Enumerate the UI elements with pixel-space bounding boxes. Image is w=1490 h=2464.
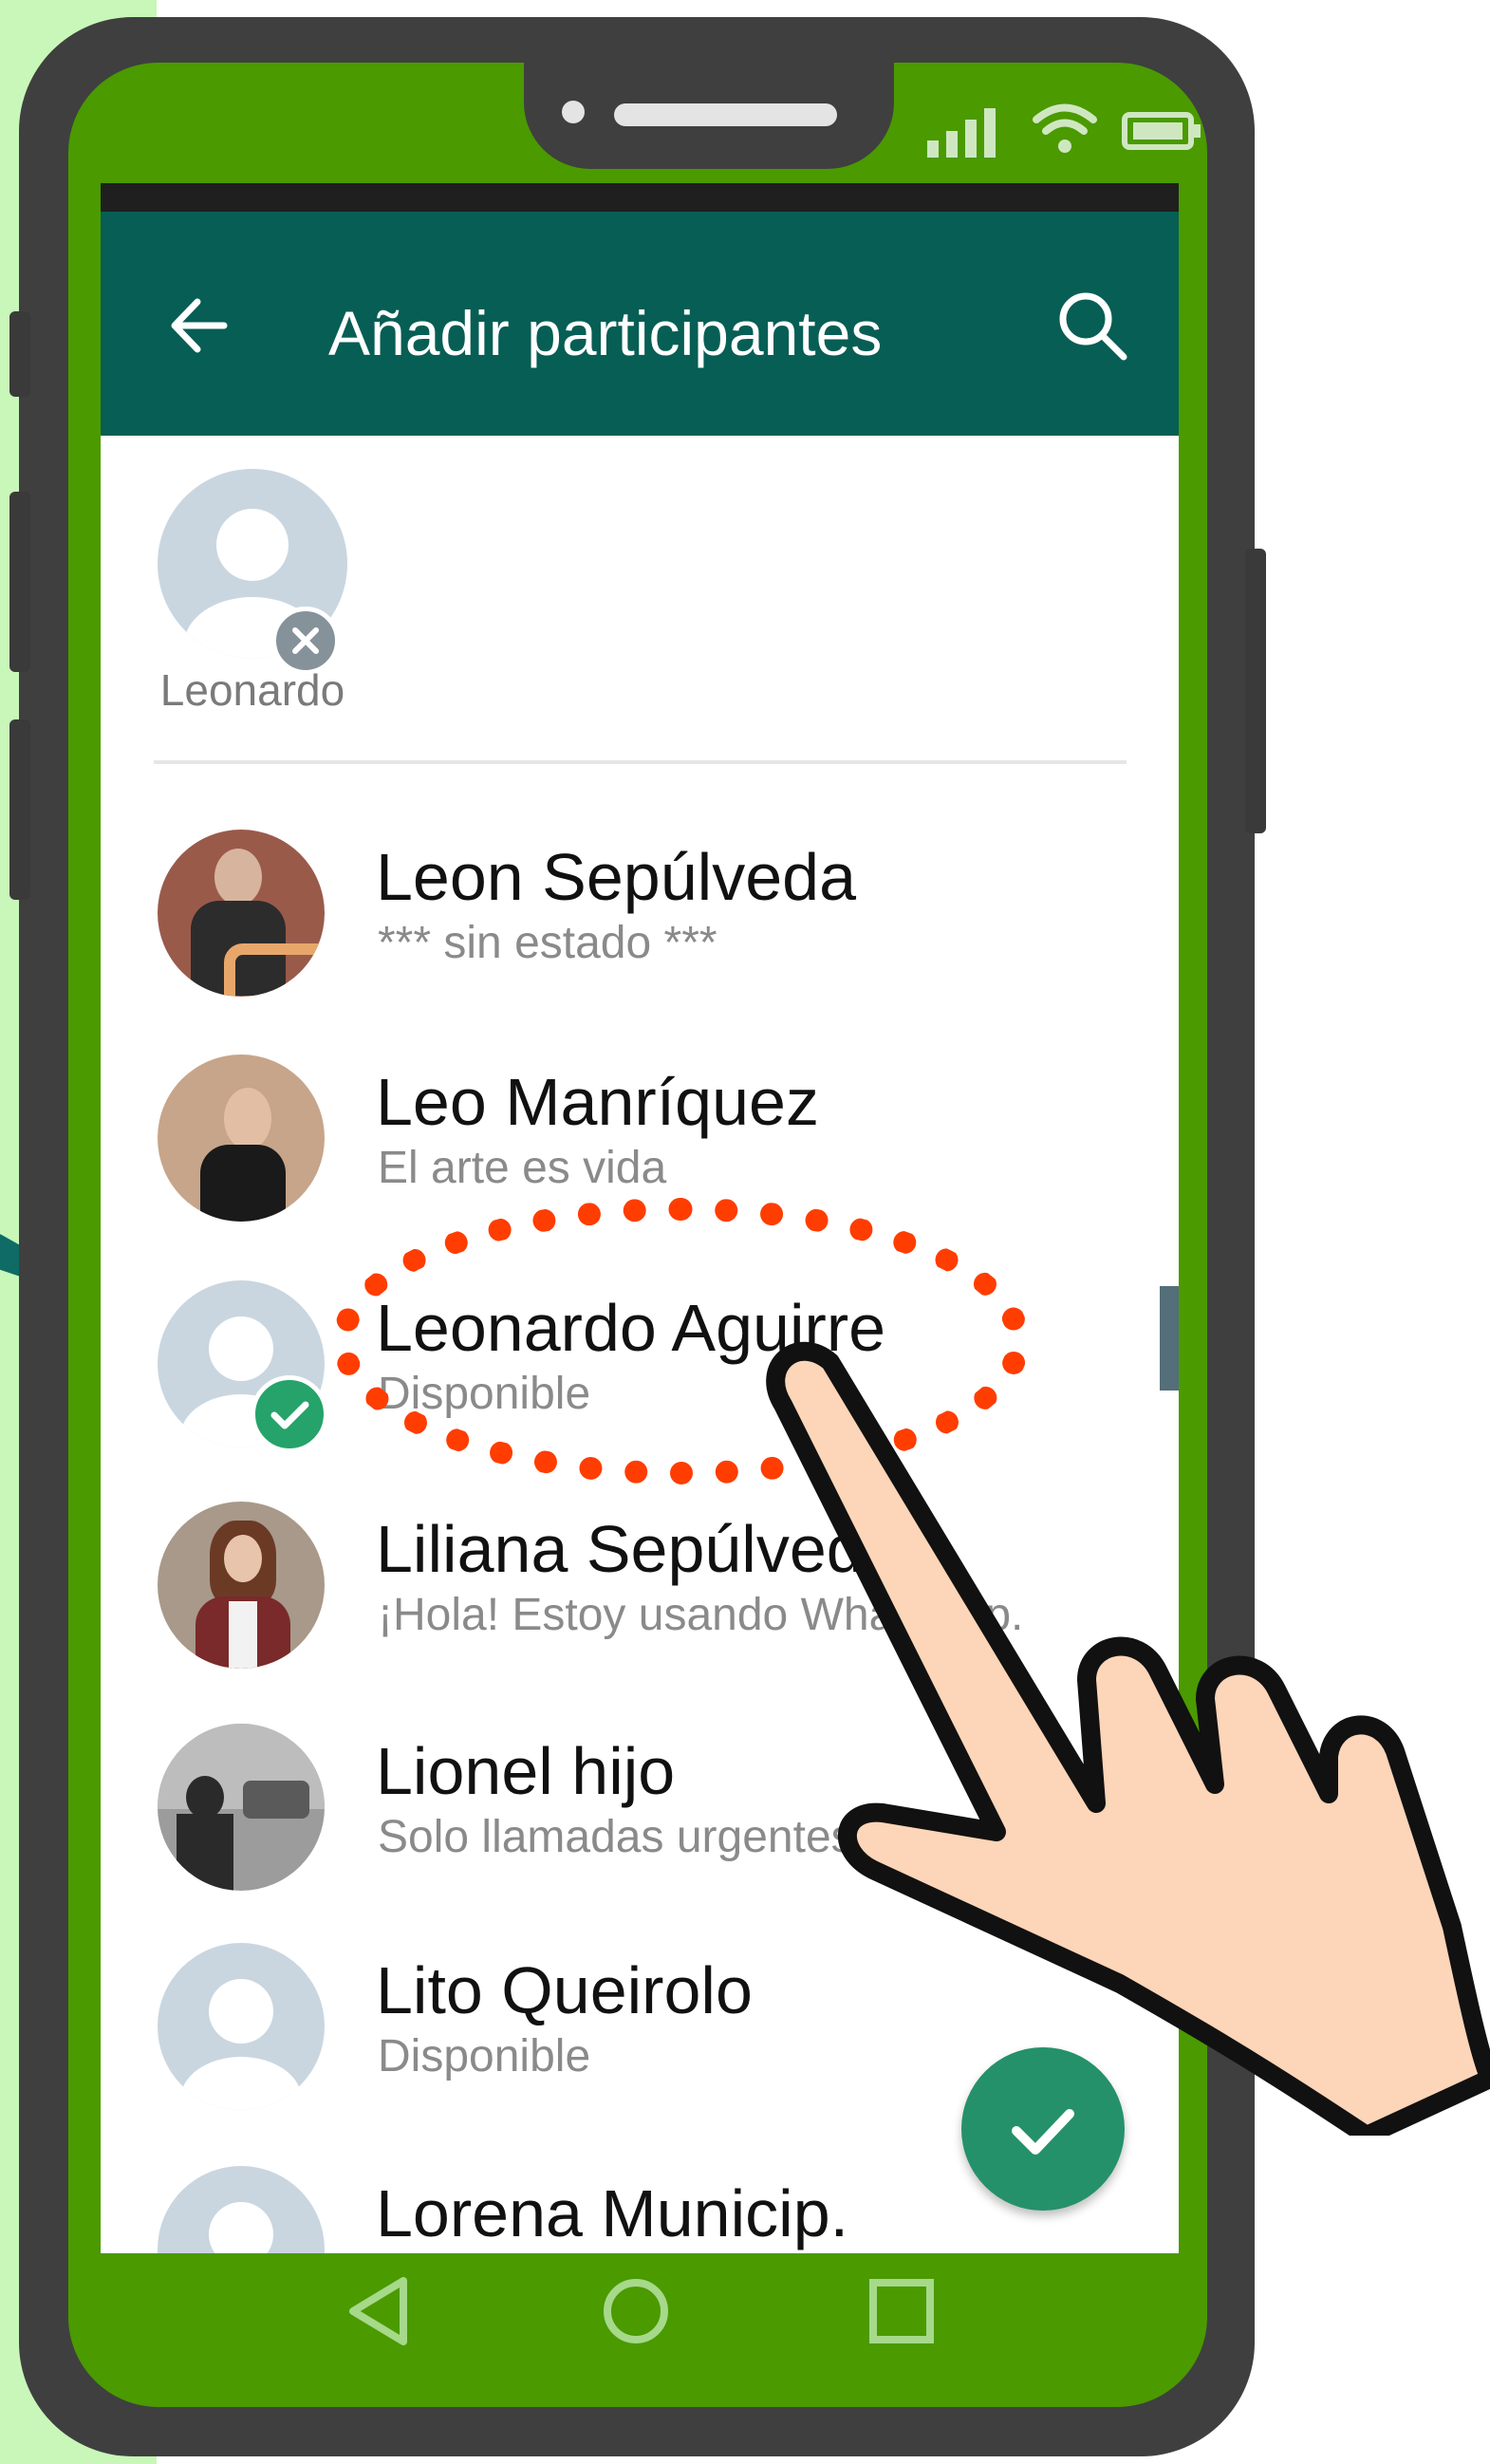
selected-participant-name: Leonardo	[159, 665, 345, 715]
search-icon[interactable]	[1050, 283, 1135, 368]
phone-power-button	[1245, 549, 1266, 833]
home-circle-icon[interactable]	[588, 2264, 683, 2359]
phone-side-button	[9, 311, 30, 397]
contact-status: El arte es vida	[378, 1143, 667, 1193]
page-title: Añadir participantes	[328, 298, 883, 368]
check-icon	[251, 1375, 328, 1453]
divider	[154, 760, 1127, 764]
status-bar-icons	[927, 101, 1212, 158]
contact-name: Leon Sepúlveda	[376, 840, 856, 914]
arrow-left-icon[interactable]	[158, 283, 243, 368]
contact-status: *** sin estado ***	[378, 918, 717, 968]
contact-name: Lorena Municip.	[376, 2176, 849, 2250]
signal-icon	[927, 101, 1013, 158]
contact-avatar-photo	[158, 1055, 325, 1222]
default-avatar-icon	[158, 2166, 325, 2253]
earpiece-speaker	[614, 103, 837, 126]
contact-name: Lionel hijo	[376, 1734, 676, 1808]
selected-participant-chip[interactable]: Leonardo	[139, 469, 366, 735]
wifi-icon	[1033, 103, 1097, 153]
phone-volume-down-button	[9, 719, 30, 900]
contact-status: Disponible	[378, 2031, 591, 2081]
pointing-hand-icon	[766, 1341, 1490, 2136]
contact-avatar-photo	[158, 1502, 325, 1669]
app-header: Añadir participantes	[101, 212, 1179, 436]
contact-avatar-photo	[158, 830, 325, 997]
phone-volume-up-button	[9, 492, 30, 672]
contact-name: Lito Queirolo	[376, 1953, 753, 2027]
contact-name: Leo Manríquez	[376, 1065, 819, 1139]
list-item[interactable]: Leon Sepúlveda *** sin estado ***	[101, 811, 1179, 1029]
default-avatar-icon	[158, 1943, 325, 2110]
back-triangle-icon[interactable]	[332, 2264, 427, 2359]
battery-icon	[1122, 112, 1201, 150]
contact-avatar-photo	[158, 1724, 325, 1891]
app-status-bar	[101, 183, 1179, 212]
front-camera	[562, 101, 585, 123]
recents-square-icon[interactable]	[854, 2264, 949, 2359]
